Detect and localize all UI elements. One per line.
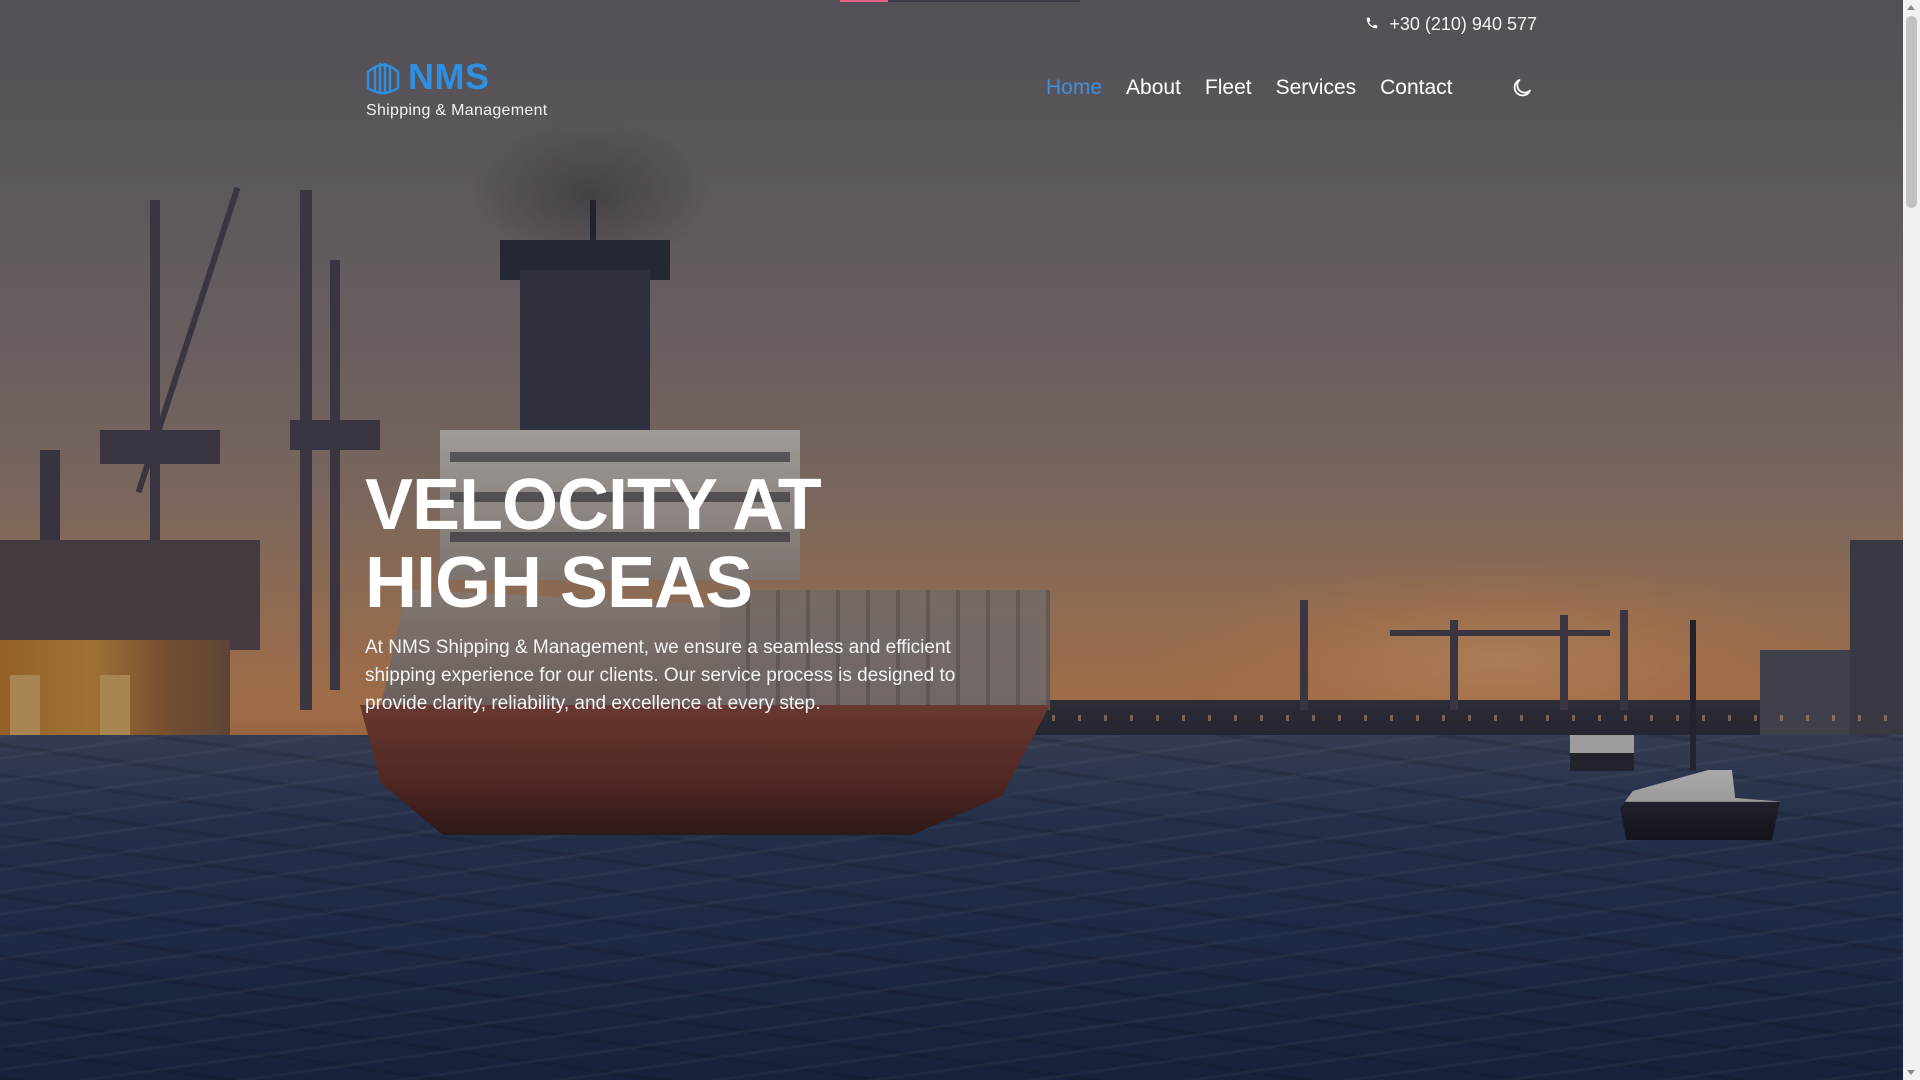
main-nav: Home About Fleet Services Contact — [1046, 76, 1477, 100]
moon-icon — [1513, 79, 1531, 97]
scroll-up-arrow-icon[interactable] — [1907, 5, 1915, 10]
nav-contact[interactable]: Contact — [1380, 76, 1452, 100]
phone-number: +30 (210) 940 577 — [1389, 14, 1537, 34]
hero-section: VELOCITY AT HIGH SEAS At NMS Shipping & … — [365, 466, 1005, 718]
logo-name: NMS — [408, 56, 490, 97]
nav-home[interactable]: Home — [1046, 76, 1102, 100]
scroll-down-arrow-icon[interactable] — [1907, 1070, 1915, 1075]
page: +30 (210) 940 577 NMS Shipping & Managem… — [0, 0, 1920, 1080]
header-phone[interactable]: +30 (210) 940 577 — [1365, 14, 1537, 35]
hero-title: VELOCITY AT HIGH SEAS — [365, 465, 822, 623]
top-progress-fill — [840, 0, 888, 2]
nav-services[interactable]: Services — [1276, 76, 1357, 100]
top-progress-bar — [840, 0, 1080, 2]
hero-description: At NMS Shipping & Management, we ensure … — [365, 637, 956, 714]
logo-mark-icon — [366, 63, 400, 95]
nav-about[interactable]: About — [1126, 76, 1181, 100]
scrollbar-thumb[interactable] — [1906, 16, 1917, 208]
phone-icon — [1365, 14, 1379, 35]
logo-tagline: Shipping & Management — [366, 102, 548, 119]
page-scrollbar[interactable] — [1903, 0, 1920, 1080]
nav-fleet[interactable]: Fleet — [1205, 76, 1252, 100]
logo-row: NMS — [366, 56, 548, 98]
theme-toggle-button[interactable] — [1510, 76, 1534, 100]
logo[interactable]: NMS Shipping & Management — [366, 56, 548, 120]
